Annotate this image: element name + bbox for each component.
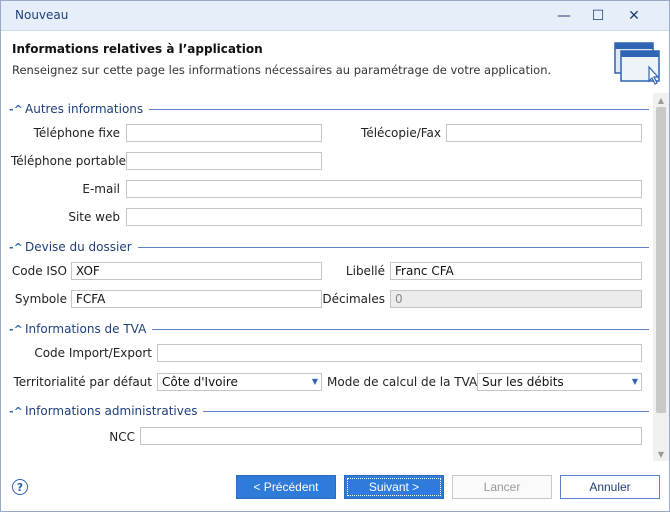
- site-web-label: Site web: [68, 210, 120, 224]
- telephone-portable-label: Téléphone portable: [11, 154, 127, 168]
- wizard-window: Nouveau — ☐ ✕ Informations relatives à l…: [0, 0, 670, 512]
- collapse-icon[interactable]: -^: [9, 405, 25, 418]
- code-iso-input[interactable]: [71, 262, 322, 280]
- code-iso-label: Code ISO: [11, 264, 67, 278]
- telephone-fixe-label: Téléphone fixe: [33, 126, 120, 140]
- telephone-portable-input[interactable]: [126, 152, 322, 170]
- launch-button: Lancer: [452, 475, 552, 499]
- section-divider: [152, 328, 649, 330]
- section-divider: [203, 410, 649, 412]
- chevron-down-icon[interactable]: ▼: [632, 377, 638, 386]
- libelle-input[interactable]: [390, 262, 642, 280]
- help-icon[interactable]: ?: [12, 479, 28, 495]
- maximize-icon[interactable]: ☐: [583, 5, 613, 27]
- section-informations-tva[interactable]: -^ Informations de TVA: [9, 321, 649, 337]
- previous-button[interactable]: < Précédent: [236, 475, 336, 499]
- section-devise-du-dossier[interactable]: -^ Devise du dossier: [9, 239, 649, 255]
- scroll-down-icon[interactable]: ▼: [653, 447, 669, 461]
- chevron-down-icon[interactable]: ▼: [312, 377, 318, 386]
- telecopie-label: Télécopie/Fax: [361, 126, 441, 140]
- ncc-label: NCC: [109, 430, 135, 444]
- window-title: Nouveau: [15, 8, 69, 22]
- code-import-export-label: Code Import/Export: [34, 346, 152, 360]
- telephone-fixe-input[interactable]: [126, 124, 322, 142]
- section-divider: [137, 246, 649, 248]
- scrollbar-thumb[interactable]: [656, 107, 666, 413]
- symbole-input[interactable]: [71, 290, 322, 308]
- application-window-icon: [614, 42, 660, 85]
- mode-calcul-tva-value: Sur les débits: [482, 375, 564, 389]
- wizard-footer: ? < Précédent Suivant > Lancer Annuler: [1, 471, 669, 511]
- email-input[interactable]: [126, 180, 642, 198]
- decimales-input: [390, 290, 642, 308]
- vertical-scrollbar[interactable]: ▲ ▼: [653, 93, 669, 461]
- minimize-icon[interactable]: —: [549, 5, 579, 27]
- cancel-button[interactable]: Annuler: [560, 475, 660, 499]
- libelle-label: Libellé: [345, 264, 385, 278]
- email-label: E-mail: [82, 182, 120, 196]
- collapse-icon[interactable]: -^: [9, 323, 25, 336]
- telecopie-input[interactable]: [446, 124, 642, 142]
- section-title: Informations de TVA: [25, 322, 147, 336]
- territorialite-label: Territorialité par défaut: [13, 375, 152, 389]
- collapse-icon[interactable]: -^: [9, 241, 25, 254]
- section-divider: [149, 108, 649, 110]
- collapse-icon[interactable]: -^: [9, 103, 25, 116]
- page-subtitle: Renseignez sur cette page les informatio…: [12, 63, 552, 77]
- decimales-label: Décimales: [322, 292, 385, 306]
- code-import-export-input[interactable]: [157, 344, 642, 362]
- section-title: Devise du dossier: [25, 240, 132, 254]
- form-area: -^ Autres informations Téléphone fixe Té…: [1, 93, 653, 461]
- section-autres-informations[interactable]: -^ Autres informations: [9, 101, 649, 117]
- section-title: Informations administratives: [25, 404, 198, 418]
- page-title: Informations relatives à l’application: [12, 42, 263, 56]
- territorialite-select[interactable]: Côte d'Ivoire ▼: [157, 373, 322, 391]
- page-header: Informations relatives à l’application R…: [1, 31, 669, 91]
- scroll-up-icon[interactable]: ▲: [653, 93, 669, 107]
- mode-calcul-tva-select[interactable]: Sur les débits ▼: [477, 373, 642, 391]
- symbole-label: Symbole: [14, 292, 67, 306]
- site-web-input[interactable]: [126, 208, 642, 226]
- title-bar: Nouveau — ☐ ✕: [1, 1, 669, 31]
- territorialite-value: Côte d'Ivoire: [162, 375, 238, 389]
- close-icon[interactable]: ✕: [619, 5, 649, 27]
- mode-calcul-tva-label: Mode de calcul de la TVA: [327, 375, 478, 389]
- section-informations-administratives[interactable]: -^ Informations administratives: [9, 403, 649, 419]
- section-title: Autres informations: [25, 102, 144, 116]
- ncc-input[interactable]: [140, 427, 642, 445]
- next-button[interactable]: Suivant >: [344, 475, 444, 499]
